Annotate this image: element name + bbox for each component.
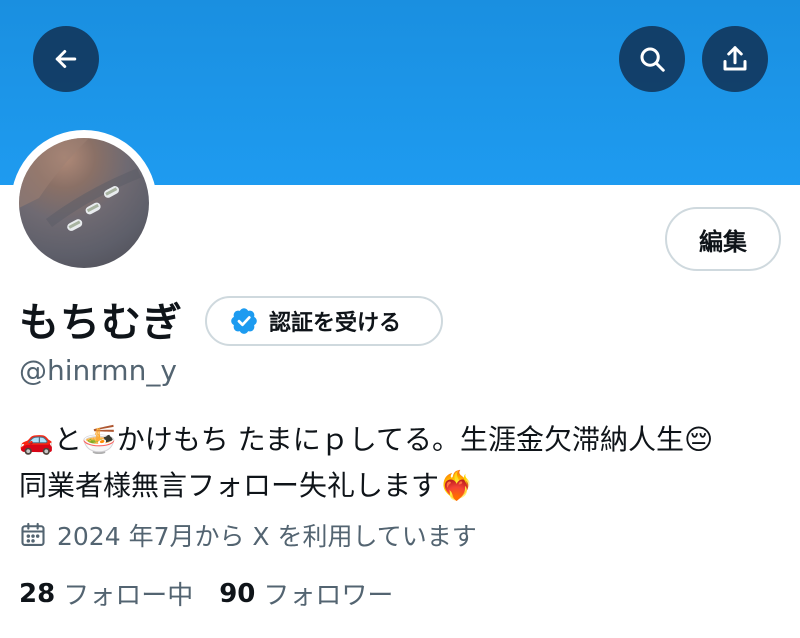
get-verified-button[interactable]: 認証を受ける — [205, 296, 443, 346]
followers-link[interactable]: 90 フォロワー — [219, 575, 393, 612]
share-button[interactable] — [702, 26, 768, 92]
followers-label: フォロワー — [263, 581, 394, 611]
search-icon — [640, 47, 665, 72]
calendar-icon — [21, 522, 45, 546]
edit-profile-button[interactable]: 編集 — [665, 207, 781, 271]
search-button[interactable] — [619, 26, 685, 92]
back-button[interactable] — [33, 26, 99, 92]
avatar-photo — [19, 138, 141, 231]
user-handle: @hinrmn_y — [19, 354, 177, 387]
share-icon — [723, 46, 747, 71]
bio-line-1: 🚗と🍜かけもち たまにｐしてる。生涯金欠滞納人生😔 — [19, 423, 714, 456]
verified-badge-icon — [231, 308, 257, 334]
follow-stats: 28 フォロー中 90 フォロワー — [19, 575, 419, 612]
joined-date: 2024 年7月から X を利用しています — [19, 517, 477, 553]
followers-count: 90 — [219, 578, 256, 609]
bio-line-2: 同業者様無言フォロー失礼します❤️‍🔥 — [19, 469, 474, 502]
display-name: もちむぎ — [19, 300, 183, 346]
following-label: フォロー中 — [63, 581, 194, 611]
avatar[interactable] — [19, 138, 149, 268]
joined-date-text: 2024 年7月から X を利用しています — [57, 522, 477, 551]
following-count: 28 — [19, 578, 56, 609]
following-link[interactable]: 28 フォロー中 — [19, 575, 193, 612]
edit-profile-label: 編集 — [699, 227, 747, 256]
avatar-border — [11, 130, 157, 276]
get-verified-label: 認証を受ける — [269, 311, 402, 336]
profile-bio: 🚗と🍜かけもち たまにｐしてる。生涯金欠滞納人生😔 同業者様無言フォロー失礼しま… — [19, 417, 789, 509]
arrow-left-icon — [55, 50, 77, 68]
